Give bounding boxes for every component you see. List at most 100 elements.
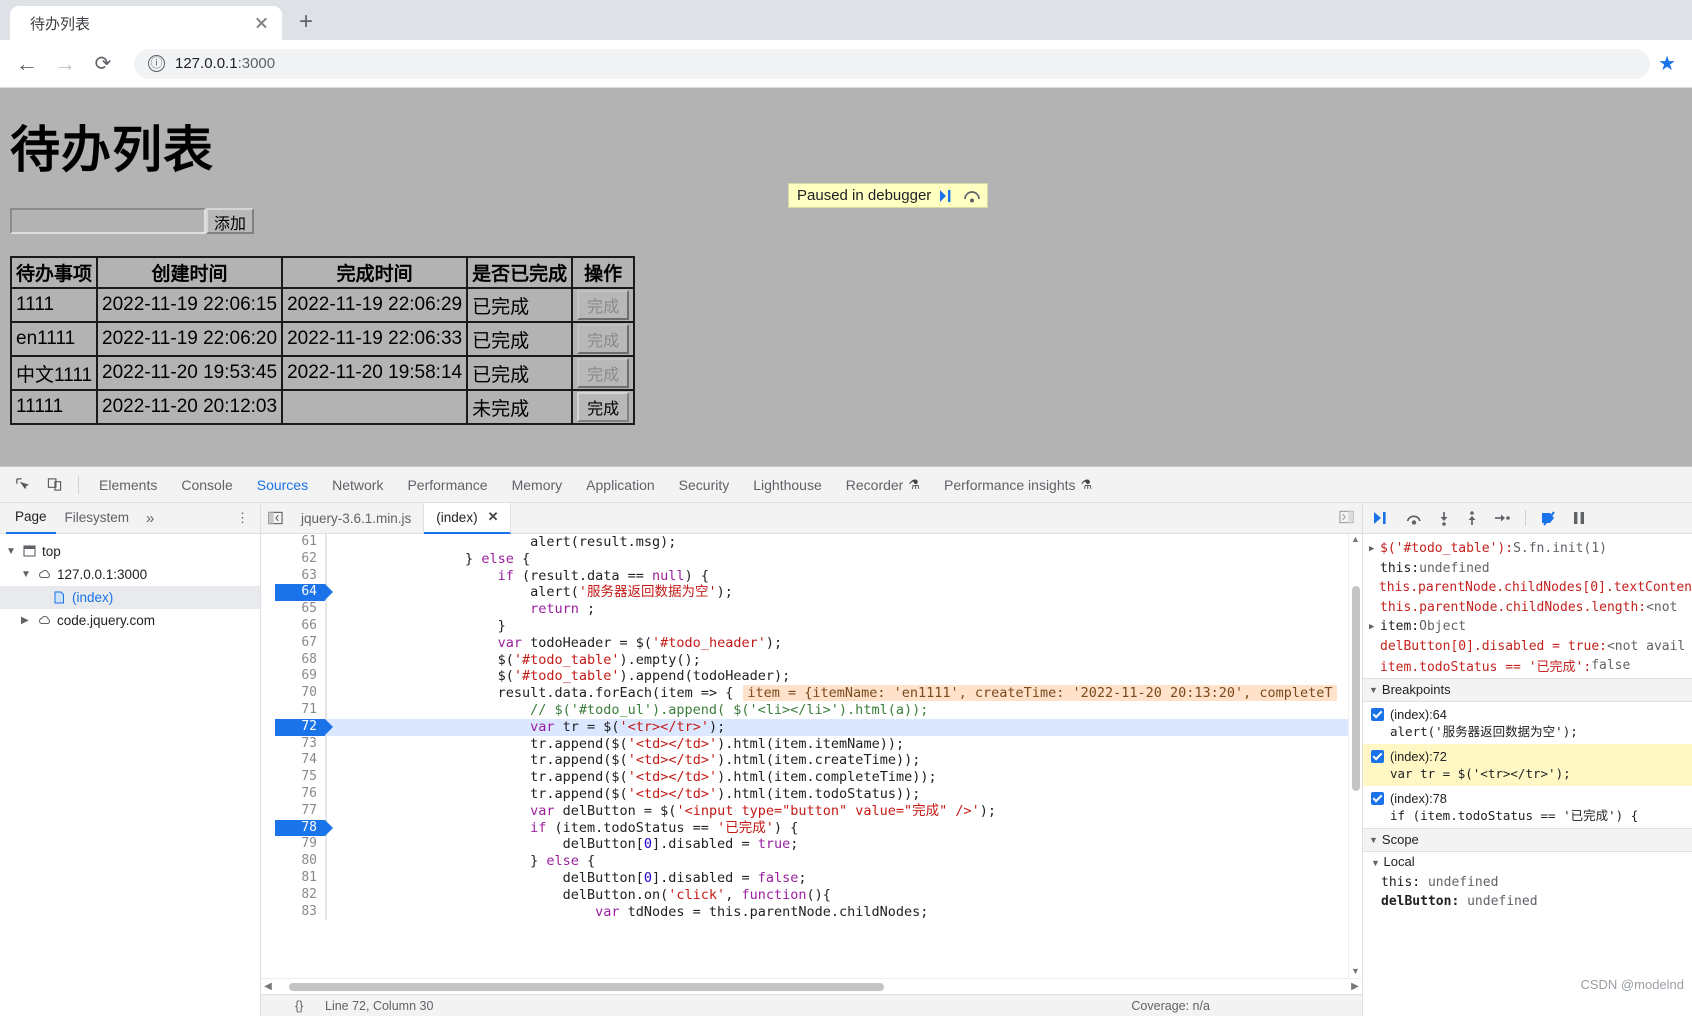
- scope-section-header[interactable]: ▼ Scope: [1363, 827, 1692, 852]
- tab-performance[interactable]: Performance: [395, 467, 499, 502]
- chevron-down-icon[interactable]: ▼: [21, 569, 33, 580]
- back-icon[interactable]: ←: [10, 47, 44, 81]
- code-line[interactable]: 79 delButton[0].disabled = true;: [275, 836, 1362, 854]
- watch-expression[interactable]: ▶ item: Object: [1363, 617, 1692, 637]
- device-toolbar-icon[interactable]: [40, 472, 68, 498]
- show-navigator-icon[interactable]: [261, 511, 289, 525]
- line-number[interactable]: 80: [275, 853, 325, 870]
- watch-expression[interactable]: item.todoStatus == '已完成': false: [1363, 656, 1692, 676]
- tab-console[interactable]: Console: [169, 467, 244, 502]
- editor-horizontal-scrollbar[interactable]: ◀ ▶: [261, 978, 1362, 994]
- chevron-right-icon[interactable]: ▶: [1369, 544, 1380, 554]
- line-number[interactable]: 79: [275, 836, 325, 853]
- line-number[interactable]: 71: [275, 702, 325, 719]
- code-line[interactable]: 61 alert(result.msg);: [275, 534, 1362, 551]
- tab-application[interactable]: Application: [574, 467, 667, 502]
- pause-on-exceptions-icon[interactable]: [1572, 511, 1586, 525]
- forward-icon[interactable]: →: [48, 47, 82, 81]
- scope-variable[interactable]: this: undefined: [1363, 873, 1692, 892]
- tab-memory[interactable]: Memory: [500, 467, 575, 502]
- line-number[interactable]: 66: [275, 618, 325, 635]
- breakpoint-location[interactable]: (index):78: [1390, 790, 1638, 807]
- line-number[interactable]: 61: [275, 534, 325, 551]
- line-number[interactable]: 82: [275, 887, 325, 904]
- line-number[interactable]: 76: [275, 786, 325, 803]
- line-number[interactable]: 62: [275, 551, 325, 568]
- line-number[interactable]: 69: [275, 668, 325, 685]
- code-line[interactable]: 77 var delButton = $('<input type="butto…: [275, 802, 1362, 820]
- scope-group-local[interactable]: ▼ Local: [1363, 852, 1692, 873]
- complete-button[interactable]: 完成: [577, 392, 630, 422]
- watch-expression[interactable]: this.parentNode.childNodes.length: <not: [1363, 598, 1692, 618]
- step-icon[interactable]: [1493, 511, 1511, 525]
- breakpoint-location[interactable]: (index):72: [1390, 748, 1571, 765]
- scroll-up-arrow[interactable]: ▲: [1349, 534, 1362, 544]
- line-number[interactable]: 73: [275, 736, 325, 753]
- line-number[interactable]: 75: [275, 769, 325, 786]
- breakpoint-checkbox[interactable]: [1371, 791, 1384, 805]
- tab-network[interactable]: Network: [320, 467, 395, 502]
- watch-expression[interactable]: ▶ $('#todo_table'): S.fn.init(1): [1363, 539, 1692, 559]
- scrollbar-thumb[interactable]: [1352, 586, 1360, 791]
- code-line[interactable]: 63 if (result.data == null) {: [275, 567, 1362, 585]
- tree-item[interactable]: (index): [0, 586, 260, 609]
- line-number[interactable]: 70: [275, 685, 325, 702]
- editor-tab-jquery[interactable]: jquery-3.6.1.min.js: [289, 502, 425, 534]
- scroll-right-arrow[interactable]: ▶: [1348, 981, 1362, 992]
- breakpoint-item[interactable]: (index):78 if (item.todoStatus == '已完成') …: [1363, 786, 1692, 828]
- step-over-next-function-icon[interactable]: [1405, 511, 1423, 525]
- editor-tab-index[interactable]: (index) ✕: [424, 502, 512, 534]
- browser-tab[interactable]: 待办列表: [10, 6, 282, 40]
- code-line[interactable]: 64 alert('服务器返回数据为空');: [275, 584, 1362, 602]
- line-number[interactable]: 64: [275, 584, 333, 602]
- line-number[interactable]: 77: [275, 803, 325, 820]
- code-line[interactable]: 67 var todoHeader = $('#todo_header');: [275, 634, 1362, 652]
- breakpoint-checkbox[interactable]: [1371, 707, 1384, 721]
- code-line[interactable]: 71 // $('#todo_ul').append( $('<li></li>…: [275, 701, 1362, 719]
- code-line[interactable]: 68 $('#todo_table').empty();: [275, 651, 1362, 669]
- tree-item[interactable]: ▼ top: [0, 540, 260, 563]
- scroll-left-arrow[interactable]: ◀: [261, 981, 275, 992]
- tree-item[interactable]: ▶ code.jquery.com: [0, 609, 260, 632]
- hscroll-track[interactable]: [275, 979, 1348, 994]
- code-scroll-region[interactable]: 61 alert(result.msg); 62 } else {63 if (r…: [275, 534, 1362, 978]
- line-number[interactable]: 81: [275, 870, 325, 887]
- line-number[interactable]: 78: [275, 819, 333, 837]
- code-line[interactable]: 66 }: [275, 617, 1362, 635]
- scroll-down-arrow[interactable]: ▼: [1349, 966, 1362, 976]
- code-line[interactable]: 72 var tr = $('<tr></tr>');: [275, 718, 1362, 736]
- line-number[interactable]: 65: [275, 601, 325, 618]
- watch-expression[interactable]: this: undefined: [1363, 559, 1692, 579]
- new-tab-button[interactable]: +: [290, 6, 322, 38]
- code-line[interactable]: 62 } else {: [275, 550, 1362, 568]
- show-debugger-sidebar-icon[interactable]: [1331, 510, 1362, 527]
- close-icon[interactable]: ✕: [488, 509, 499, 525]
- code-line[interactable]: 82 delButton.on('click', function(){: [275, 886, 1362, 904]
- navigator-tab-filesystem[interactable]: Filesystem: [56, 503, 139, 533]
- chevron-right-icon[interactable]: ▶: [21, 615, 33, 626]
- bookmark-star-icon[interactable]: ★: [1658, 51, 1676, 76]
- code-line[interactable]: 81 delButton[0].disabled = false;: [275, 869, 1362, 887]
- code-line[interactable]: 69 $('#todo_table').append(todoHeader);: [275, 668, 1362, 686]
- tab-lighthouse[interactable]: Lighthouse: [741, 467, 834, 502]
- address-bar[interactable]: ⓘ 127.0.0.1:3000: [134, 48, 1651, 79]
- breakpoint-location[interactable]: (index):64: [1390, 706, 1578, 723]
- tab-elements[interactable]: Elements: [87, 467, 169, 502]
- line-number[interactable]: 72: [275, 718, 333, 736]
- navigator-tab-page[interactable]: Page: [6, 502, 56, 534]
- navigator-menu-icon[interactable]: ⋮: [226, 510, 260, 526]
- step-over-icon[interactable]: [963, 189, 981, 203]
- tab-performance-insights[interactable]: Performance insights ⚗: [932, 467, 1104, 502]
- code-line[interactable]: 70 result.data.forEach(item => {item = {…: [275, 685, 1362, 702]
- tab-recorder[interactable]: Recorder ⚗: [834, 467, 932, 502]
- line-number[interactable]: 67: [275, 635, 325, 652]
- add-button[interactable]: 添加: [206, 208, 255, 234]
- resume-script-execution-icon[interactable]: [1373, 511, 1391, 525]
- tree-item[interactable]: ▼ 127.0.0.1:3000: [0, 563, 260, 586]
- code-line[interactable]: 76 tr.append($('<td></td>').html(item.to…: [275, 785, 1362, 803]
- reload-icon[interactable]: ⟳: [86, 47, 120, 81]
- code-line[interactable]: 74 tr.append($('<td></td>').html(item.cr…: [275, 752, 1362, 770]
- line-number[interactable]: 83: [275, 904, 325, 921]
- watch-expression[interactable]: this.parentNode.childNodes[0].textConten: [1363, 578, 1692, 598]
- breakpoint-item[interactable]: (index):72 var tr = $('<tr></tr>');: [1363, 743, 1692, 786]
